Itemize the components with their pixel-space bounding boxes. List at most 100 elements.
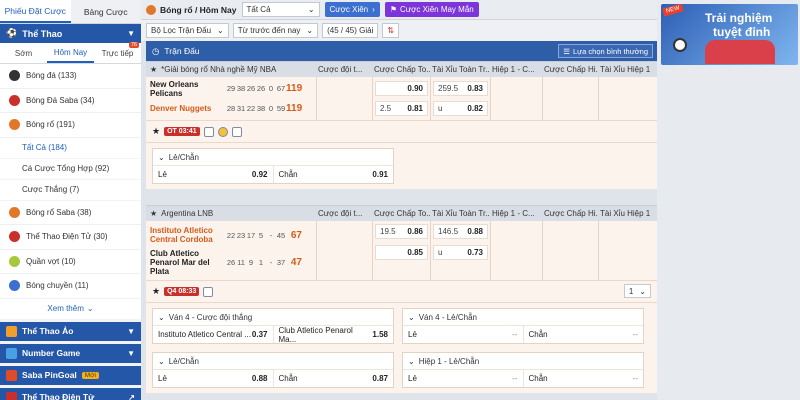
- promo-banner[interactable]: NEW Trải nghiệm tuyệt đỉnh: [661, 4, 798, 65]
- category-esports[interactable]: Thể Thao Điện Tử ↗: [0, 387, 141, 400]
- coin-icon[interactable]: [217, 126, 228, 137]
- odds-button[interactable]: Chẵn --: [522, 370, 644, 387]
- moneyline-col: [316, 77, 372, 120]
- category-virtual-sports[interactable]: Thể Thao Ảo ▼: [0, 321, 141, 341]
- league-filter-select[interactable]: Bộ Lọc Trận Đấu ⌄: [146, 23, 229, 38]
- odds-button[interactable]: Club Atletico Penarol Ma... 1.58: [272, 325, 394, 344]
- selection-label: Lẻ: [408, 374, 417, 383]
- odds-button[interactable]: Lẻ 0.92: [153, 166, 273, 183]
- sports-section-header[interactable]: ⚽ Thể Thao ▼: [0, 24, 141, 43]
- sport-list: Bóng đá (133) Bóng Đá Saba (34) Bóng rổ …: [0, 64, 141, 319]
- category-saba-pingoal[interactable]: Saba PinGoal Mới: [0, 365, 141, 385]
- star-icon[interactable]: ★: [150, 65, 157, 74]
- stats-icon[interactable]: [231, 126, 242, 137]
- display-mode-select[interactable]: ☰ Lựa chọn bình thường: [558, 44, 653, 58]
- time-tabs: Sớm Hôm Nay Trực tiếp 76: [0, 42, 141, 64]
- odds-button[interactable]: Instituto Atletico Central ... 0.37: [153, 326, 273, 343]
- sidebar-item-label: Bóng chuyền (11): [26, 281, 89, 291]
- chevron-down-icon: ⌄: [217, 26, 224, 35]
- tv-icon[interactable]: [203, 126, 214, 137]
- odds-button[interactable]: 19.5 0.86: [375, 224, 428, 239]
- odds-button[interactable]: 146.5 0.88: [433, 224, 488, 239]
- sidebar-item-basketball[interactable]: Bóng rổ (191): [0, 113, 141, 138]
- league-name: ★ Argentina LNB: [146, 209, 316, 218]
- odds-button[interactable]: 2.5 0.81: [375, 100, 428, 116]
- sidebar-item-label: Bóng rổ (191): [26, 120, 75, 130]
- score: -: [269, 258, 273, 268]
- score: 31: [236, 103, 246, 113]
- sidebar-subitem-all[interactable]: Tất Cả (184): [0, 138, 141, 159]
- tab-bet-slip[interactable]: Phiếu Đặt Cược: [0, 0, 71, 23]
- banner-line-2: tuyệt đỉnh: [713, 25, 771, 39]
- selection-label: Club Atletico Penarol Ma...: [278, 325, 353, 344]
- star-icon[interactable]: ★: [152, 126, 160, 137]
- odds-button[interactable]: u 0.73: [433, 245, 488, 260]
- odds-button[interactable]: 0.90: [375, 81, 428, 97]
- chevron-down-icon: ▼: [127, 29, 135, 38]
- sidebar-item-saba-soccer[interactable]: Bóng Đá Saba (34): [0, 89, 141, 113]
- sidebar-item-tennis[interactable]: Quần vợt (10): [0, 250, 141, 274]
- odds-button[interactable]: 0.85: [375, 245, 428, 260]
- league-header[interactable]: ★ *Giải bóng rổ Nhà nghề Mỹ NBA Cược đội…: [146, 61, 657, 77]
- odds-button[interactable]: Chẵn --: [522, 326, 644, 343]
- odds-button[interactable]: 259.5 0.83: [433, 81, 488, 97]
- market-panel-header: ⌄ Ván 4 - Cược đội thắng: [153, 309, 393, 326]
- live-count-badge: 76: [128, 42, 139, 48]
- time-sort-select[interactable]: Từ trước đến nay ⌄: [232, 23, 319, 38]
- odds-button[interactable]: u 0.82: [433, 100, 488, 116]
- sidebar-tabs: Phiếu Đặt Cược Bảng Cược: [0, 0, 141, 24]
- star-icon[interactable]: ★: [150, 209, 157, 218]
- total-score: 67: [290, 229, 302, 241]
- h1-handicap-col: [542, 221, 598, 280]
- odds-button[interactable]: Lẻ --: [403, 370, 523, 387]
- extra-markets: ⌄ Lẻ/Chẵn Lẻ 0.92 Chẵn 0.91: [146, 143, 657, 189]
- tab-live[interactable]: Trực tiếp 76: [94, 42, 141, 63]
- quarter-scores: 22 23 17 5 - 45: [226, 231, 286, 240]
- sidebar-subitem-combo[interactable]: Cá Cược Tổng Hợp (92): [0, 159, 141, 180]
- tab-today[interactable]: Hôm Nay: [47, 43, 94, 63]
- market-select[interactable]: Tất Cả ⌄: [241, 2, 320, 17]
- odds-value: 0.37: [251, 330, 268, 339]
- page-select[interactable]: 1 ⌄: [623, 284, 651, 298]
- tab-early[interactable]: Sớm: [0, 43, 47, 63]
- sidebar-item-volleyball[interactable]: Bóng chuyền (11): [0, 274, 141, 299]
- odds-button[interactable]: Lẻ 0.88: [153, 370, 273, 387]
- sidebar: Phiếu Đặt Cược Bảng Cược ⚽ Thể Thao ▼ Sớ…: [0, 0, 141, 400]
- category-label: Thể Thao Ảo: [22, 326, 74, 336]
- odds-button[interactable]: Chẵn 0.91: [272, 166, 394, 183]
- star-icon[interactable]: ★: [152, 286, 160, 297]
- odds-button[interactable]: Chẵn 0.87: [272, 370, 394, 387]
- lucky-combo-button[interactable]: ⚑ Cược Xiên May Mắn: [384, 2, 479, 17]
- score: 0: [268, 84, 274, 94]
- sidebar-item-esports[interactable]: Thể Thao Điện Tử (30): [0, 225, 141, 250]
- category-number-game[interactable]: Number Game ▼: [0, 343, 141, 363]
- page-title-text: Bóng rổ / Hôm Nay: [160, 4, 237, 15]
- league-name-text: *Giải bóng rổ Nhà nghề Mỹ NBA: [161, 65, 277, 74]
- h1-ou-col: [598, 221, 657, 280]
- league-filter-label: Bộ Lọc Trận Đấu: [151, 26, 212, 35]
- combo-bet-button[interactable]: Cược Xiên ›: [324, 2, 380, 17]
- score: 28: [226, 103, 236, 113]
- score: 1: [258, 258, 264, 268]
- col-header: Hiệp 1 - C...: [492, 65, 535, 74]
- sidebar-item-label: Thể Thao Điện Tử (30): [26, 232, 108, 242]
- stats-icon[interactable]: [203, 286, 214, 297]
- basketball-icon: [9, 119, 20, 131]
- tab-odds-board[interactable]: Bảng Cược: [71, 0, 142, 23]
- odds-value: 0.90: [407, 84, 423, 94]
- sort-arrows-button[interactable]: ⇅: [382, 23, 400, 38]
- total-score: 119: [286, 83, 303, 95]
- odds-button[interactable]: Lẻ --: [403, 326, 523, 343]
- sidebar-subitem-outright[interactable]: Cược Thắng (7): [0, 180, 141, 201]
- sidebar-item-soccer[interactable]: Bóng đá (133): [0, 64, 141, 89]
- see-more-button[interactable]: Xem thêm ⌄: [0, 298, 141, 319]
- league-header[interactable]: ★ Argentina LNB Cược đội t... Cược Chấp …: [146, 205, 657, 221]
- sports-icon: ⚽: [6, 28, 18, 38]
- sidebar-item-label: Bóng đá (133): [26, 71, 77, 81]
- sidebar-item-saba-basketball[interactable]: Bóng rổ Saba (38): [0, 201, 141, 225]
- market-select-value: Tất Cả: [246, 5, 271, 14]
- odds-value: 0.81: [407, 103, 423, 113]
- moneyline-col: [316, 221, 372, 280]
- page-select-value: 1: [628, 286, 634, 296]
- selection-label: Lẻ: [408, 330, 417, 339]
